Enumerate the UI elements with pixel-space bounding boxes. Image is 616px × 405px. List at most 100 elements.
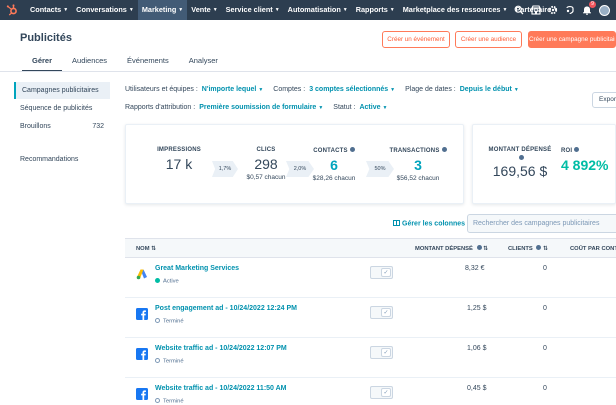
nav-rapports[interactable]: Rapports ▼ [352, 0, 399, 20]
page-title: Publicités [20, 32, 72, 44]
funnel-card: IMPRESSIONS 17 k 1,7% CLICS 298 $0,57 ch… [125, 124, 464, 204]
sidebar-item-brouillons[interactable]: Brouillons 732 [14, 118, 110, 135]
transactions-info-icon[interactable] [441, 147, 447, 152]
campaign-spent: 8,32 € [465, 265, 485, 272]
roi-info-icon[interactable] [574, 147, 580, 152]
accounts-filter-dropdown[interactable]: 3 comptes sélectionnés ▼ [309, 86, 395, 93]
campaign-clients: 0 [543, 385, 547, 392]
column-header-name[interactable]: NOM ⇅ [136, 239, 156, 259]
nav-contacts[interactable]: Contacts ▼ [26, 0, 72, 20]
transactions-cost: $56,52 chacun [396, 175, 440, 182]
accounts-filter-label: Comptes : [273, 86, 306, 93]
status-filter-label: Statut : [333, 104, 356, 111]
campaign-status: Terminé [155, 398, 184, 405]
tab-analyser[interactable]: Analyser [179, 54, 228, 72]
header-tabs: Gérer Audiences Événements Analyser [0, 54, 228, 72]
filter-row-2: Rapports d'attribution : Première soumis… [125, 104, 387, 111]
facebook-icon [136, 388, 148, 400]
campaign-status: Active [155, 278, 179, 285]
tab-evenements[interactable]: Événements [117, 54, 179, 72]
impressions-value: 17 k [165, 156, 193, 172]
campaign-toggle[interactable]: ✓ [370, 346, 393, 359]
kpi-impressions: IMPRESSIONS 17 k [146, 147, 212, 172]
table-row: Post engagement ad - 10/24/2022 12:24 PM… [125, 298, 616, 338]
column-header-clients[interactable]: CLIENTS ⇅ [508, 239, 548, 259]
kpi-roi: ROI 4 892% [561, 147, 616, 173]
nav-vente[interactable]: Vente ▼ [187, 0, 221, 20]
campaign-toggle[interactable]: ✓ [370, 266, 393, 279]
search-icon[interactable] [514, 5, 524, 15]
campaign-toggle[interactable]: ✓ [370, 386, 393, 399]
campaign-clients: 0 [543, 265, 547, 272]
contacts-cost: $28,26 chacun [312, 175, 356, 182]
sidebar-item-recommandations[interactable]: Recommandations [14, 151, 110, 168]
sidebar-item-campagnes[interactable]: Campagnes publicitaires [14, 82, 110, 99]
campaign-status: Terminé [155, 318, 184, 325]
campaign-name-link[interactable]: Post engagement ad - 10/24/2022 12:24 PM [155, 305, 297, 312]
main-content: Utilisateurs et équipes : N'importe lequ… [115, 72, 616, 405]
nav-service-client[interactable]: Service client ▼ [222, 0, 284, 20]
campaign-spent: 0,45 $ [467, 385, 487, 392]
avatar[interactable] [599, 4, 610, 16]
help-icon[interactable] [565, 5, 575, 15]
notification-badge: 9 [589, 1, 596, 8]
columns-icon [393, 220, 400, 226]
create-event-button[interactable]: Créer un événement [382, 31, 450, 48]
transactions-value[interactable]: 3 [382, 157, 454, 173]
settings-icon[interactable] [548, 5, 558, 15]
users-filter-label: Utilisateurs et équipes : [125, 86, 198, 93]
roi-value: 4 892% [561, 157, 609, 173]
brouillons-count: 732 [92, 123, 104, 130]
attribution-filter-dropdown[interactable]: Première soumission de formulaire ▼ [199, 104, 323, 111]
kpi-transactions: TRANSACTIONS 3 $56,52 chacun [382, 147, 454, 182]
contacts-value[interactable]: 6 [306, 157, 362, 173]
table-row: Great Marketing Services Active ✓ 8,32 €… [125, 258, 616, 298]
create-audience-button[interactable]: Créer une audience [455, 31, 522, 48]
kpi-contacts: CONTACTS 6 $28,26 chacun [306, 147, 362, 182]
campaign-search-input[interactable]: Rechercher des campagnes publicitaires [467, 214, 616, 233]
create-campaign-button[interactable]: Créer une campagne publicitaire [528, 31, 616, 48]
table-row: Website traffic ad - 10/24/2022 12:07 PM… [125, 338, 616, 378]
campaign-spent: 1,06 $ [467, 345, 487, 352]
campaign-name-link[interactable]: Website traffic ad - 10/24/2022 12:07 PM [155, 345, 287, 352]
tab-audiences[interactable]: Audiences [62, 54, 117, 72]
column-header-cost[interactable]: COÛT PAR CONT [570, 239, 616, 259]
status-filter-dropdown[interactable]: Active ▼ [359, 104, 387, 111]
manage-columns-button[interactable]: Gérer les colonnes [393, 220, 465, 228]
nav-automatisation[interactable]: Automatisation ▼ [284, 0, 352, 20]
facebook-icon [136, 348, 148, 360]
google-ads-icon [136, 269, 147, 280]
sidebar: Campagnes publicitaires Séquence de publ… [0, 72, 115, 405]
campaign-spent: 1,25 $ [467, 305, 487, 312]
page-header: Publicités Créer un événement Créer une … [0, 20, 616, 72]
column-header-spent[interactable]: MONTANT DÉPENSÉ ⇅ [415, 239, 488, 259]
hubspot-logo-icon[interactable] [6, 4, 18, 16]
campaign-status: Terminé [155, 358, 184, 365]
table-row: Website traffic ad - 10/24/2022 11:50 AM… [125, 378, 616, 405]
nav-marketplace[interactable]: Marketplace des ressources ▼ [399, 0, 512, 20]
sidebar-item-sequence[interactable]: Séquence de publicités [14, 100, 110, 117]
tab-gerer[interactable]: Gérer [22, 54, 63, 72]
export-button[interactable]: Export [592, 92, 616, 108]
date-filter-label: Plage de dates : [405, 86, 456, 93]
users-filter-dropdown[interactable]: N'importe lequel ▼ [202, 86, 264, 93]
spent-value: 169,56 $ [492, 163, 548, 179]
campaign-toggle[interactable]: ✓ [370, 306, 393, 319]
marketplace-icon[interactable] [531, 5, 541, 15]
nav-marketing[interactable]: Marketing ▼ [137, 0, 188, 20]
nav-icon-group: 9 [514, 0, 610, 20]
kpi-spent: MONTANT DÉPENSÉ 169,56 $ [481, 147, 559, 179]
filter-row-1: Utilisateurs et équipes : N'importe lequ… [125, 86, 519, 93]
campaign-clients: 0 [543, 345, 547, 352]
nav-conversations[interactable]: Conversations ▼ [72, 0, 138, 20]
spent-info-icon[interactable] [518, 155, 524, 160]
date-filter-dropdown[interactable]: Depuis le début ▼ [460, 86, 519, 93]
campaign-name-link[interactable]: Website traffic ad - 10/24/2022 11:50 AM [155, 385, 287, 392]
contacts-info-icon[interactable] [349, 147, 355, 152]
attribution-filter-label: Rapports d'attribution : [125, 104, 196, 111]
campaign-name-link[interactable]: Great Marketing Services [155, 265, 239, 272]
notifications-button[interactable]: 9 [582, 1, 596, 15]
facebook-icon [136, 308, 148, 320]
spend-roi-card: MONTANT DÉPENSÉ 169,56 $ ROI 4 892% [472, 124, 616, 204]
top-navigation: Contacts ▼ Conversations ▼ Marketing ▼ Vent… [0, 0, 616, 20]
